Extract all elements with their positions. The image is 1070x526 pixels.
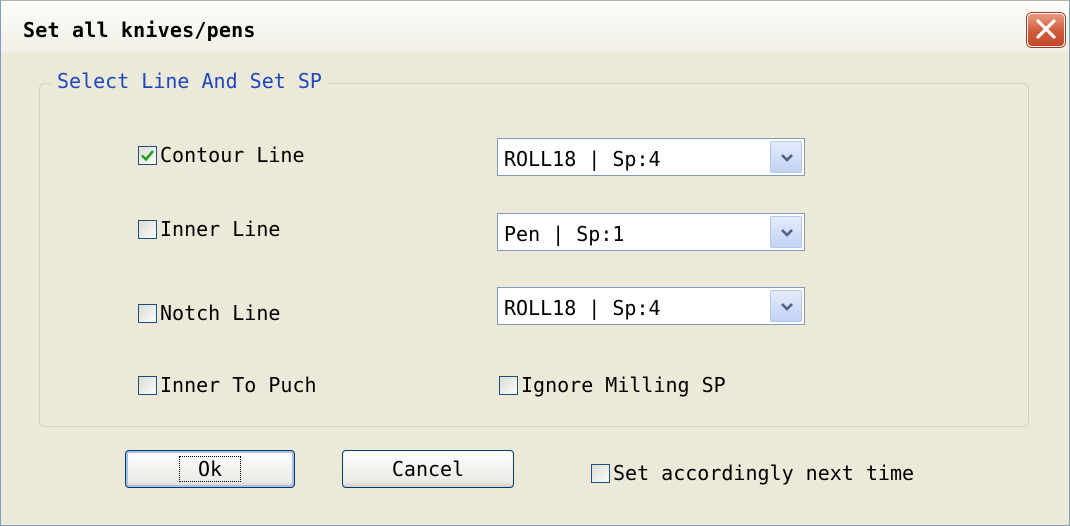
set-next-time-checkbox[interactable]: Set accordingly next time [591,461,914,485]
inner-line-combo-value: Pen | Sp:1 [504,222,625,246]
chevron-down-icon [781,154,793,162]
inner-line-label: Inner Line [160,217,281,241]
chevron-down-icon [781,229,793,237]
checkbox-box[interactable] [499,375,518,395]
groupbox-legend: Select Line And Set SP [51,69,328,93]
notch-line-combo-value: ROLL18 | Sp:4 [504,296,661,320]
cancel-button[interactable]: Cancel [342,450,514,488]
contour-line-label: Contour Line [160,143,305,167]
inner-line-combo[interactable]: Pen | Sp:1 [497,213,805,251]
inner-to-punch-label: Inner To Puch [160,373,317,397]
ok-button-label: Ok [178,456,242,482]
notch-line-label: Notch Line [160,301,281,325]
notch-line-dropdown-button[interactable] [770,290,802,322]
checkmark-icon [141,149,155,161]
title-bar[interactable]: Set all knives/pens [1,1,1069,53]
contour-line-combo-value: ROLL18 | Sp:4 [504,147,661,171]
checkbox-box[interactable] [591,463,610,483]
contour-line-combo[interactable]: ROLL18 | Sp:4 [497,138,805,176]
inner-line-checkbox[interactable]: Inner Line [138,217,280,241]
checkbox-box[interactable] [138,145,157,165]
ignore-milling-sp-label: Ignore Milling SP [521,373,726,397]
checkbox-box[interactable] [138,375,157,395]
close-icon [1036,19,1056,39]
notch-line-checkbox[interactable]: Notch Line [138,301,280,325]
dialog-window: Set all knives/pens Select Line And Set … [0,0,1070,526]
ignore-milling-sp-checkbox[interactable]: Ignore Milling SP [499,373,726,397]
cancel-button-label: Cancel [391,457,465,481]
contour-line-checkbox[interactable]: Contour Line [138,143,305,167]
inner-to-punch-checkbox[interactable]: Inner To Puch [138,373,317,397]
checkbox-box[interactable] [138,303,157,323]
close-button[interactable] [1027,13,1065,47]
dialog-title: Set all knives/pens [23,18,256,42]
contour-line-dropdown-button[interactable] [770,141,802,173]
checkbox-box[interactable] [138,219,157,239]
inner-line-dropdown-button[interactable] [770,216,802,248]
notch-line-combo[interactable]: ROLL18 | Sp:4 [497,287,805,325]
set-next-time-label: Set accordingly next time [613,461,915,485]
chevron-down-icon [781,303,793,311]
ok-button[interactable]: Ok [125,450,295,488]
